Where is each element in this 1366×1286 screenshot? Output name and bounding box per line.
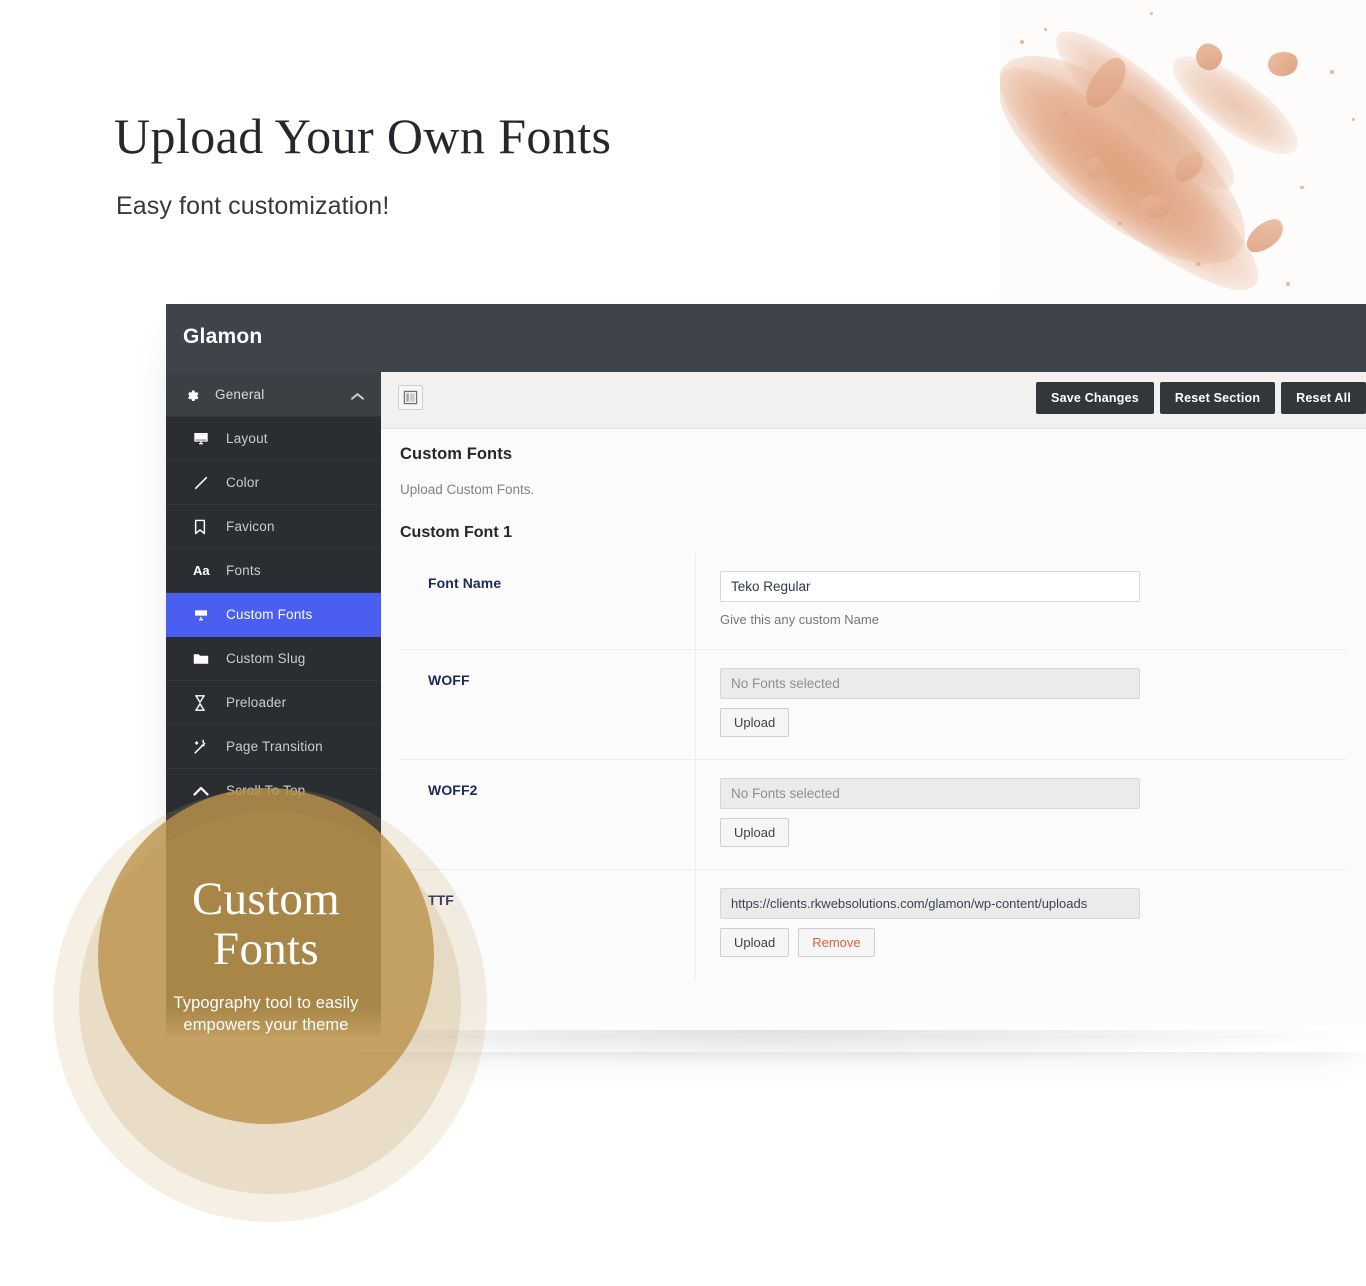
woff2-upload-button[interactable]: Upload: [720, 818, 790, 847]
field-help: Give this any custom Name: [720, 612, 879, 627]
field-buttons: Upload: [720, 708, 1347, 737]
field-row-ttf: TTF Upload Remove: [400, 869, 1347, 979]
aa-text-icon: Aa: [193, 563, 210, 578]
field-row-font-name: Font Name Give this any custom Name: [400, 553, 1347, 649]
field-row-woff: WOFF Upload: [400, 649, 1347, 759]
gear-icon: [184, 387, 206, 402]
reset-section-button[interactable]: Reset Section: [1159, 382, 1276, 414]
sidebar-item-layout[interactable]: Layout: [166, 417, 381, 461]
sidebar-toggle-icon[interactable]: [398, 385, 423, 410]
sidebar-item-label: Custom Fonts: [226, 607, 313, 622]
monitor-icon: [193, 431, 217, 447]
magic-wand-icon: [193, 739, 217, 755]
panel-content: Custom Fonts Upload Custom Fonts. Custom…: [381, 429, 1366, 1036]
feature-badge: Custom Fonts Typography tool to easily e…: [98, 788, 434, 1124]
woff-upload-button[interactable]: Upload: [720, 708, 790, 737]
badge-subtitle-line1: Typography tool to easily: [173, 993, 359, 1012]
bookmark-icon: [193, 519, 217, 535]
reset-all-button[interactable]: Reset All: [1281, 382, 1366, 414]
sidebar-item-label: Layout: [226, 431, 268, 446]
field-buttons: Upload Remove: [720, 928, 1347, 957]
chevron-up-icon[interactable]: [351, 387, 364, 405]
field-label: WOFF2: [428, 782, 478, 798]
sidebar-item-label: Page Transition: [226, 739, 323, 754]
custom-font-form: Font Name Give this any custom Name WOFF…: [400, 553, 1347, 979]
brand-title: Glamon: [183, 325, 263, 348]
field-control: Upload: [695, 760, 1347, 869]
badge-title-line1: Custom: [191, 873, 341, 926]
sidebar-item-color[interactable]: Color: [166, 461, 381, 505]
sidebar-item-custom-slug[interactable]: Custom Slug: [166, 637, 381, 681]
sidebar-item-label: Fonts: [226, 563, 261, 578]
ttf-file-input[interactable]: [720, 888, 1140, 919]
sidebar-item-page-transition[interactable]: Page Transition: [166, 725, 381, 769]
page-subtitle: Easy font customization!: [116, 192, 390, 220]
field-control: Upload Remove: [695, 870, 1347, 979]
sidebar-item-preloader[interactable]: Preloader: [166, 681, 381, 725]
sidebar-item-label: Custom Slug: [226, 651, 306, 666]
pencil-icon: [193, 475, 217, 491]
monitor-icon: [193, 607, 217, 623]
sidebar-item-favicon[interactable]: Favicon: [166, 505, 381, 549]
section-description: Upload Custom Fonts.: [400, 482, 535, 497]
sidebar-item-label: Preloader: [226, 695, 287, 710]
page-title: Upload Your Own Fonts: [114, 108, 612, 164]
badge-subtitle-line2: empowers your theme: [183, 1015, 349, 1034]
group-title: Custom Font 1: [400, 524, 512, 541]
woff2-file-input[interactable]: [720, 778, 1140, 809]
panel-toolbar: Save Changes Reset Section Reset All: [381, 372, 1366, 429]
save-changes-button[interactable]: Save Changes: [1036, 382, 1154, 414]
ttf-remove-button[interactable]: Remove: [798, 928, 875, 957]
page-root: Upload Your Own Fonts Easy font customiz…: [0, 0, 1366, 1286]
sidebar-item-label: Color: [226, 475, 260, 490]
toolbar-actions: Save Changes Reset Section Reset All: [1036, 382, 1366, 414]
hourglass-icon: [193, 694, 217, 711]
field-label: Font Name: [428, 575, 502, 591]
sidebar-item-label: Favicon: [226, 519, 275, 534]
ttf-upload-button[interactable]: Upload: [720, 928, 790, 957]
field-buttons: Upload: [720, 818, 1347, 847]
powder-decoration-image: [1000, 0, 1366, 305]
section-title: Custom Fonts: [400, 445, 513, 463]
badge-title: Custom Fonts: [191, 873, 341, 976]
font-name-input[interactable]: [720, 571, 1140, 602]
field-control: Upload: [695, 650, 1347, 759]
woff-file-input[interactable]: [720, 668, 1140, 699]
badge-title-line2: Fonts: [213, 923, 319, 976]
sidebar-item-fonts[interactable]: Aa Fonts: [166, 549, 381, 593]
sidebar-group-label: General: [215, 386, 265, 402]
badge-subtitle: Typography tool to easily empowers your …: [173, 993, 358, 1037]
field-label: WOFF: [428, 672, 470, 688]
panel-header: Glamon: [166, 304, 1366, 372]
field-row-woff2: WOFF2 Upload: [400, 759, 1347, 869]
field-control: Give this any custom Name: [695, 553, 1347, 649]
folder-icon: [193, 652, 217, 666]
sidebar-item-custom-fonts[interactable]: Custom Fonts: [166, 593, 381, 637]
chevron-up-icon: [193, 786, 217, 796]
sidebar-group-general[interactable]: General: [166, 372, 381, 417]
